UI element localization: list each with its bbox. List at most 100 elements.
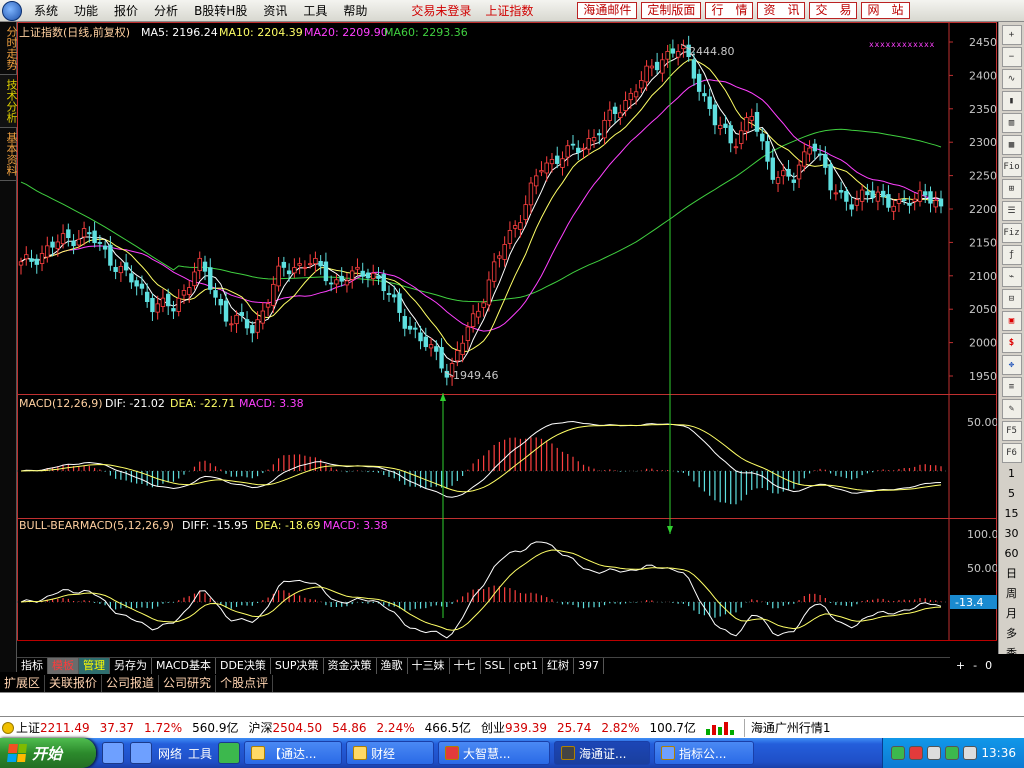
broker-server[interactable]: 海通广州行情1: [751, 719, 831, 736]
menu-item-function[interactable]: 功能: [66, 2, 106, 19]
dollar-icon[interactable]: $: [1001, 333, 1022, 353]
tab-template[interactable]: 模板: [48, 657, 79, 675]
move-icon[interactable]: ✥: [1001, 355, 1022, 375]
zoom-minus-button[interactable]: -: [973, 659, 977, 672]
tray-volume-icon[interactable]: [927, 746, 942, 760]
tab-thirteen[interactable]: 十三妹: [408, 657, 450, 675]
mail-button[interactable]: 海通邮件: [577, 2, 638, 19]
period-day[interactable]: 日: [1000, 564, 1024, 584]
candle-icon[interactable]: ▮: [1001, 91, 1022, 111]
custom-layout-button[interactable]: 定制版面: [641, 2, 702, 19]
red-box-icon[interactable]: ▣: [1001, 311, 1022, 331]
candle-body: [297, 263, 302, 266]
start-button[interactable]: 开始: [0, 738, 96, 768]
f6-icon[interactable]: F6: [1001, 443, 1022, 463]
fio-icon[interactable]: Fio: [1001, 157, 1022, 177]
tab-extension[interactable]: 扩展区: [0, 674, 46, 692]
news-button[interactable]: 资 讯: [757, 2, 806, 19]
line-chart-icon[interactable]: ∿: [1001, 69, 1022, 89]
task-dazhihui[interactable]: 大智慧...: [438, 741, 551, 765]
period-month[interactable]: 月: [1000, 604, 1024, 624]
tab-macd-basic[interactable]: MACD基本: [152, 657, 216, 675]
candle-body: [854, 199, 860, 206]
tab-yuge[interactable]: 渔歌: [377, 657, 408, 675]
tab-fundamental[interactable]: 基本资料: [0, 128, 18, 181]
tab-company-news[interactable]: 公司报道: [102, 674, 160, 692]
bar-icon[interactable]: ▥: [1001, 113, 1022, 133]
candle-body: [208, 267, 213, 290]
zoom-out-icon[interactable]: −: [1001, 47, 1022, 67]
zoom-in-icon[interactable]: +: [1001, 25, 1022, 45]
period-5min[interactable]: 5: [1000, 484, 1024, 504]
tab-save-as[interactable]: 另存为: [110, 657, 152, 675]
tab-intraday[interactable]: 分时走势: [0, 22, 18, 75]
menu-item-news[interactable]: 资讯: [255, 2, 295, 19]
add-toolbar-icon[interactable]: [218, 742, 241, 764]
toolbar-tools[interactable]: 工具: [188, 745, 212, 762]
website-button[interactable]: 网 站: [861, 2, 910, 19]
candle-body: [886, 194, 891, 208]
period-week[interactable]: 周: [1000, 584, 1024, 604]
candle-body: [371, 272, 376, 279]
tab-stock-comment[interactable]: 个股点评: [216, 674, 274, 692]
y-tick-label: 2300: [969, 136, 997, 149]
tab-cpt1[interactable]: cpt1: [510, 657, 543, 675]
show-desktop-icon[interactable]: [130, 742, 152, 764]
tab-seventeen[interactable]: 十七: [450, 657, 481, 675]
kline-chart[interactable]: 2450 2400 2350 2300 2250 2200 2150 2100 2050 2000…: [17, 22, 997, 642]
table-icon[interactable]: ☰: [1001, 201, 1022, 221]
tab-hongshu[interactable]: 红树: [543, 657, 574, 675]
task-tongda[interactable]: 【通达...: [244, 741, 343, 765]
task-formula[interactable]: 指标公...: [654, 741, 755, 765]
tab-related-quote[interactable]: 关联报价: [45, 674, 103, 692]
formula-icon[interactable]: ƒ: [1001, 245, 1022, 265]
trade-button[interactable]: 交 易: [809, 2, 858, 19]
quicklaunch-icon[interactable]: [102, 742, 124, 764]
menu-item-analysis[interactable]: 分析: [146, 2, 186, 19]
tab-fund[interactable]: 资金决策: [324, 657, 377, 675]
period-1min[interactable]: 1: [1000, 464, 1024, 484]
fiz-icon[interactable]: Fiz: [1001, 223, 1022, 243]
candle-body: [649, 65, 655, 69]
tab-manage[interactable]: 管理: [79, 657, 110, 675]
tray-input-icon[interactable]: [963, 746, 978, 760]
bb-diff-label: DIFF: -15.95: [182, 519, 248, 532]
zoom-reset-button[interactable]: 0: [985, 659, 992, 672]
chart-icon[interactable]: ⊞: [1001, 179, 1022, 199]
tray-app-icon[interactable]: [945, 746, 960, 760]
tray-network-icon[interactable]: [891, 746, 906, 760]
pen-icon[interactable]: ✎: [1001, 399, 1022, 419]
scale-icon[interactable]: ⊟: [1001, 289, 1022, 309]
graph-icon[interactable]: ⌁: [1001, 267, 1022, 287]
menu-item-system[interactable]: 系统: [26, 2, 66, 19]
quote-button[interactable]: 行 情: [705, 2, 754, 19]
period-multi[interactable]: 多: [1000, 624, 1024, 644]
period-60min[interactable]: 60: [1000, 544, 1024, 564]
period-quarter[interactable]: 季: [1000, 644, 1024, 664]
candle-body: [134, 280, 139, 287]
tab-indicator[interactable]: 指标: [17, 657, 48, 675]
period-30min[interactable]: 30: [1000, 524, 1024, 544]
tab-dde[interactable]: DDE决策: [216, 657, 271, 675]
tray-security-icon[interactable]: [909, 746, 924, 760]
candle-body: [102, 245, 108, 250]
tab-technical[interactable]: 技术分析: [0, 75, 18, 128]
menu-item-quote[interactable]: 报价: [106, 2, 146, 19]
period-15min[interactable]: 15: [1000, 504, 1024, 524]
task-finance[interactable]: 财经: [346, 741, 435, 765]
zoom-plus-button[interactable]: +: [956, 659, 965, 672]
candle-body: [66, 229, 71, 239]
tab-sup[interactable]: SUP决策: [271, 657, 324, 675]
tab-397[interactable]: 397: [574, 657, 604, 675]
menu-item-b-to-h[interactable]: B股转H股: [186, 2, 255, 19]
browser-icon: [661, 746, 676, 760]
f5-icon[interactable]: F5: [1001, 421, 1022, 441]
grid-icon[interactable]: ▦: [1001, 135, 1022, 155]
menu-item-tools[interactable]: 工具: [295, 2, 335, 19]
tab-ssl[interactable]: SSL: [481, 657, 510, 675]
tab-company-research[interactable]: 公司研究: [159, 674, 217, 692]
list-icon[interactable]: ≡: [1001, 377, 1022, 397]
task-haitong[interactable]: 海通证...: [554, 741, 651, 765]
menu-item-help[interactable]: 帮助: [335, 2, 375, 19]
toolbar-network[interactable]: 网络: [158, 745, 182, 762]
